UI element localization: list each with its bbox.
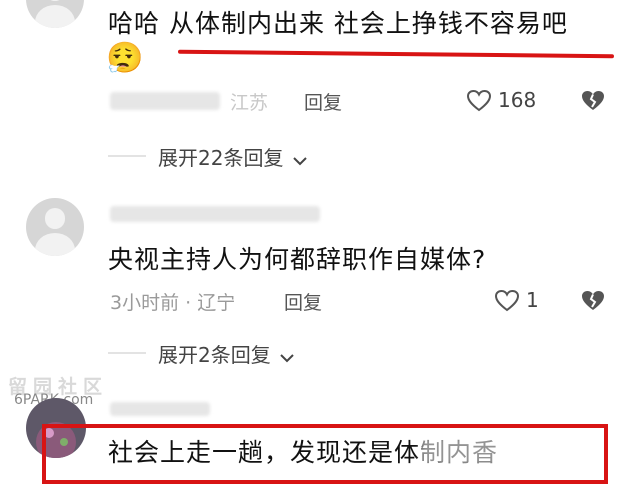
expand-replies-button[interactable]: 展开2条回复: [158, 339, 296, 368]
chevron-down-icon: [292, 156, 307, 165]
broken-heart-icon[interactable]: [580, 89, 606, 113]
expand-replies-label: 展开2条回复: [158, 343, 271, 367]
text-smudge: [420, 436, 510, 466]
like-count: 168: [498, 88, 537, 112]
broken-heart-icon[interactable]: [580, 289, 606, 313]
chevron-down-icon: [280, 353, 294, 362]
comment-text: 哈哈 从体制内出来 社会上挣钱不容易吧: [108, 9, 568, 38]
reply-button[interactable]: 回复: [284, 288, 322, 315]
sigh-emoji-icon: 😮‍💨: [106, 41, 144, 76]
heart-icon: [494, 289, 520, 312]
like-count: 1: [526, 288, 539, 312]
comment-time-location: 3小时前 · 辽宁: [110, 292, 236, 314]
comment-text: 央视主持人为何都辞职作自媒体?: [108, 245, 487, 274]
heart-icon: [466, 89, 492, 112]
expand-divider: [108, 352, 146, 354]
blurred-username: [110, 92, 220, 110]
avatar[interactable]: [26, 198, 84, 256]
highlight-underline: [177, 49, 615, 59]
like-button[interactable]: 1: [494, 288, 554, 316]
like-button[interactable]: 168: [466, 88, 566, 116]
comment-location: 江苏: [230, 92, 269, 114]
expand-divider: [108, 155, 146, 157]
blurred-username: [110, 402, 210, 416]
expand-replies-button[interactable]: 展开22条回复: [158, 142, 309, 171]
blurred-username: [110, 206, 320, 222]
reply-button[interactable]: 回复: [304, 88, 342, 115]
expand-replies-label: 展开22条回复: [158, 146, 284, 170]
avatar[interactable]: [26, 0, 84, 28]
